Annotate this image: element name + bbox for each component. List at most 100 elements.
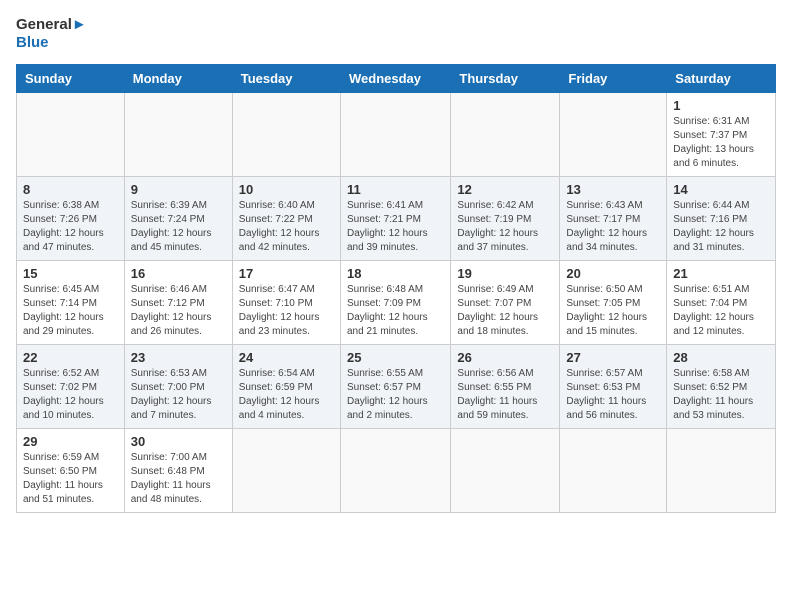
day-info: Sunrise: 6:41 AMSunset: 7:21 PMDaylight:… [347,199,444,255]
day-number: 14 [673,182,769,197]
day-info: Sunrise: 6:52 AMSunset: 7:02 PMDaylight:… [23,367,118,423]
calendar-week-5: 29 Sunrise: 6:59 AMSunset: 6:50 PMDayligh… [17,429,776,513]
calendar-cell: 30 Sunrise: 7:00 AMSunset: 6:48 PMDayligh… [124,429,232,513]
day-info: Sunrise: 6:55 AMSunset: 6:57 PMDaylight:… [347,367,444,423]
day-number: 16 [131,266,226,281]
day-number: 23 [131,350,226,365]
day-info: Sunrise: 6:39 AMSunset: 7:24 PMDaylight:… [131,199,226,255]
day-info: Sunrise: 6:53 AMSunset: 7:00 PMDaylight:… [131,367,226,423]
calendar-table: SundayMondayTuesdayWednesdayThursdayFrid… [16,64,776,513]
calendar-cell [124,93,232,177]
calendar-cell [340,93,450,177]
day-number: 21 [673,266,769,281]
calendar-cell [232,429,340,513]
calendar-cell: 28 Sunrise: 6:58 AMSunset: 6:52 PMDayligh… [667,345,776,429]
calendar-week-3: 15 Sunrise: 6:45 AMSunset: 7:14 PMDayligh… [17,261,776,345]
day-number: 28 [673,350,769,365]
calendar-cell: 9 Sunrise: 6:39 AMSunset: 7:24 PMDaylight… [124,177,232,261]
calendar-cell: 12 Sunrise: 6:42 AMSunset: 7:19 PMDayligh… [451,177,560,261]
header-tuesday: Tuesday [232,65,340,93]
calendar-cell [667,429,776,513]
calendar-cell: 24 Sunrise: 6:54 AMSunset: 6:59 PMDayligh… [232,345,340,429]
day-number: 9 [131,182,226,197]
calendar-cell: 23 Sunrise: 6:53 AMSunset: 7:00 PMDayligh… [124,345,232,429]
day-info: Sunrise: 7:00 AMSunset: 6:48 PMDaylight:… [131,451,226,507]
day-info: Sunrise: 6:50 AMSunset: 7:05 PMDaylight:… [566,283,660,339]
day-number: 17 [239,266,334,281]
day-number: 18 [347,266,444,281]
calendar-cell: 22 Sunrise: 6:52 AMSunset: 7:02 PMDayligh… [17,345,125,429]
day-info: Sunrise: 6:51 AMSunset: 7:04 PMDaylight:… [673,283,769,339]
day-info: Sunrise: 6:57 AMSunset: 6:53 PMDaylight:… [566,367,660,423]
calendar-cell: 13 Sunrise: 6:43 AMSunset: 7:17 PMDayligh… [560,177,667,261]
calendar-cell: 8 Sunrise: 6:38 AMSunset: 7:26 PMDaylight… [17,177,125,261]
header-saturday: Saturday [667,65,776,93]
day-number: 26 [457,350,553,365]
calendar-cell: 20 Sunrise: 6:50 AMSunset: 7:05 PMDayligh… [560,261,667,345]
calendar-cell [17,93,125,177]
calendar-cell [560,429,667,513]
page-header: General► Blue [16,16,776,52]
day-info: Sunrise: 6:48 AMSunset: 7:09 PMDaylight:… [347,283,444,339]
day-info: Sunrise: 6:54 AMSunset: 6:59 PMDaylight:… [239,367,334,423]
calendar-cell: 1 Sunrise: 6:31 AMSunset: 7:37 PMDaylight… [667,93,776,177]
day-number: 11 [347,182,444,197]
calendar-cell: 16 Sunrise: 6:46 AMSunset: 7:12 PMDayligh… [124,261,232,345]
calendar-cell: 27 Sunrise: 6:57 AMSunset: 6:53 PMDayligh… [560,345,667,429]
day-number: 8 [23,182,118,197]
day-info: Sunrise: 6:43 AMSunset: 7:17 PMDaylight:… [566,199,660,255]
header-monday: Monday [124,65,232,93]
header-sunday: Sunday [17,65,125,93]
calendar-cell [451,93,560,177]
logo-text: General► Blue [16,16,87,52]
day-number: 22 [23,350,118,365]
day-number: 19 [457,266,553,281]
day-number: 27 [566,350,660,365]
calendar-header-row: SundayMondayTuesdayWednesdayThursdayFrid… [17,65,776,93]
day-number: 25 [347,350,444,365]
day-info: Sunrise: 6:59 AMSunset: 6:50 PMDaylight:… [23,451,118,507]
day-info: Sunrise: 6:38 AMSunset: 7:26 PMDaylight:… [23,199,118,255]
calendar-cell [451,429,560,513]
calendar-cell: 14 Sunrise: 6:44 AMSunset: 7:16 PMDayligh… [667,177,776,261]
day-info: Sunrise: 6:46 AMSunset: 7:12 PMDaylight:… [131,283,226,339]
day-number: 12 [457,182,553,197]
day-number: 10 [239,182,334,197]
day-number: 1 [673,98,769,113]
calendar-cell: 15 Sunrise: 6:45 AMSunset: 7:14 PMDayligh… [17,261,125,345]
day-number: 15 [23,266,118,281]
calendar-cell: 17 Sunrise: 6:47 AMSunset: 7:10 PMDayligh… [232,261,340,345]
day-info: Sunrise: 6:40 AMSunset: 7:22 PMDaylight:… [239,199,334,255]
day-number: 13 [566,182,660,197]
header-friday: Friday [560,65,667,93]
calendar-week-4: 22 Sunrise: 6:52 AMSunset: 7:02 PMDayligh… [17,345,776,429]
header-wednesday: Wednesday [340,65,450,93]
day-info: Sunrise: 6:31 AMSunset: 7:37 PMDaylight:… [673,115,769,171]
calendar-cell: 21 Sunrise: 6:51 AMSunset: 7:04 PMDayligh… [667,261,776,345]
calendar-cell: 11 Sunrise: 6:41 AMSunset: 7:21 PMDayligh… [340,177,450,261]
calendar-cell: 18 Sunrise: 6:48 AMSunset: 7:09 PMDayligh… [340,261,450,345]
day-info: Sunrise: 6:42 AMSunset: 7:19 PMDaylight:… [457,199,553,255]
day-number: 20 [566,266,660,281]
day-number: 24 [239,350,334,365]
day-number: 30 [131,434,226,449]
calendar-cell [560,93,667,177]
day-number: 29 [23,434,118,449]
calendar-cell: 19 Sunrise: 6:49 AMSunset: 7:07 PMDayligh… [451,261,560,345]
day-info: Sunrise: 6:47 AMSunset: 7:10 PMDaylight:… [239,283,334,339]
day-info: Sunrise: 6:44 AMSunset: 7:16 PMDaylight:… [673,199,769,255]
calendar-week-2: 8 Sunrise: 6:38 AMSunset: 7:26 PMDaylight… [17,177,776,261]
calendar-cell: 25 Sunrise: 6:55 AMSunset: 6:57 PMDayligh… [340,345,450,429]
day-info: Sunrise: 6:45 AMSunset: 7:14 PMDaylight:… [23,283,118,339]
header-thursday: Thursday [451,65,560,93]
day-info: Sunrise: 6:58 AMSunset: 6:52 PMDaylight:… [673,367,769,423]
calendar-cell [232,93,340,177]
calendar-cell: 10 Sunrise: 6:40 AMSunset: 7:22 PMDayligh… [232,177,340,261]
day-info: Sunrise: 6:49 AMSunset: 7:07 PMDaylight:… [457,283,553,339]
calendar-cell: 26 Sunrise: 6:56 AMSunset: 6:55 PMDayligh… [451,345,560,429]
calendar-week-1: 1 Sunrise: 6:31 AMSunset: 7:37 PMDaylight… [17,93,776,177]
calendar-cell: 29 Sunrise: 6:59 AMSunset: 6:50 PMDayligh… [17,429,125,513]
day-info: Sunrise: 6:56 AMSunset: 6:55 PMDaylight:… [457,367,553,423]
logo: General► Blue [16,16,87,52]
calendar-cell [340,429,450,513]
